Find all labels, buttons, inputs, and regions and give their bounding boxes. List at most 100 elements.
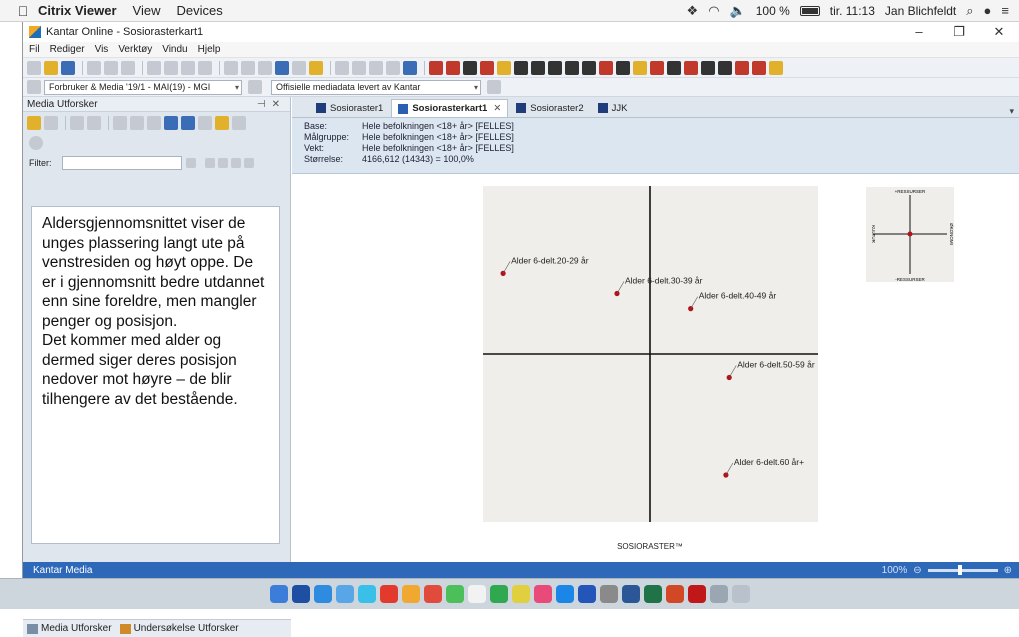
sync-icon[interactable] — [113, 116, 127, 130]
media-icon[interactable] — [582, 60, 596, 75]
mac-menu-view[interactable]: View — [133, 3, 161, 18]
acrobat-icon[interactable] — [687, 585, 706, 603]
apple-icon[interactable]:  — [8, 3, 38, 19]
tab-sosioraster1[interactable]: Sosioraster1 — [310, 99, 389, 117]
media-icon[interactable] — [684, 60, 698, 75]
media-icon[interactable] — [480, 60, 494, 75]
new-icon[interactable] — [27, 60, 41, 75]
menu-hjelp[interactable]: Hjelp — [198, 44, 221, 55]
columns-icon[interactable] — [198, 116, 212, 130]
next-icon[interactable] — [230, 158, 241, 168]
mac-app-name[interactable]: Citrix Viewer — [38, 3, 117, 18]
minimize-button[interactable]: – — [899, 24, 939, 40]
table-icon[interactable] — [224, 60, 238, 75]
close-button[interactable]: ✕ — [979, 24, 1019, 40]
add-icon[interactable] — [44, 116, 58, 130]
media-icon[interactable] — [650, 60, 664, 75]
wizard-icon[interactable] — [309, 60, 323, 75]
media-icon[interactable] — [633, 60, 647, 75]
tab-media-explorer[interactable]: Media Utforsker — [41, 623, 112, 634]
zoom-out-icon[interactable]: ⊖ — [913, 565, 921, 576]
layout-icon[interactable] — [487, 80, 501, 94]
notes-icon[interactable] — [511, 585, 530, 603]
messages-icon[interactable] — [445, 585, 464, 603]
notification-center-icon[interactable]: ≡ — [1001, 3, 1009, 18]
battery-icon[interactable] — [799, 5, 820, 16]
media-icon[interactable] — [616, 60, 630, 75]
siri-icon[interactable]: ● — [984, 3, 992, 18]
first-icon[interactable] — [204, 158, 215, 168]
source-combo[interactable]: Offisielle mediadata levert av Kantar ▾ — [271, 79, 481, 95]
report-icon[interactable] — [429, 60, 443, 75]
citrix-icon[interactable] — [577, 585, 596, 603]
tab-jjk[interactable]: JJK — [592, 99, 634, 117]
menu-vis[interactable]: Vis — [95, 44, 109, 55]
media-icon[interactable] — [667, 60, 681, 75]
calendar-icon[interactable] — [423, 585, 442, 603]
view-icon[interactable] — [164, 116, 178, 130]
safari-icon[interactable] — [313, 585, 332, 603]
menu-fil[interactable]: Fil — [29, 44, 40, 55]
clock[interactable]: tir. 11:13 — [830, 4, 875, 18]
media-icon[interactable] — [548, 60, 562, 75]
system-preferences-icon[interactable] — [599, 585, 618, 603]
sort-az-icon[interactable] — [215, 116, 229, 130]
filter-icon[interactable] — [352, 60, 366, 75]
facetime-icon[interactable] — [489, 585, 508, 603]
tab-survey-explorer[interactable]: Undersøkelse Utforsker — [134, 623, 239, 634]
delete-icon[interactable] — [70, 116, 84, 130]
spotlight-search-icon[interactable]: ⌕ — [966, 3, 973, 19]
menu-verktoy[interactable]: Verktøy — [118, 44, 152, 55]
study-combo[interactable]: Forbruker & Media '19/1 - MAI(19) - MGI … — [44, 79, 242, 95]
format-icon[interactable] — [386, 60, 400, 75]
chevron-down-icon[interactable]: ▾ — [474, 83, 478, 92]
tabs-overflow-icon[interactable]: ▾ — [1009, 106, 1014, 117]
paste-icon[interactable] — [181, 60, 195, 75]
zoom-in-icon[interactable]: ⊕ — [1004, 565, 1012, 576]
media-icon[interactable] — [718, 60, 732, 75]
menu-rediger[interactable]: Rediger — [50, 44, 85, 55]
cut-icon[interactable] — [147, 60, 161, 75]
app-store-icon[interactable] — [555, 585, 574, 603]
photos-icon[interactable] — [467, 585, 486, 603]
menu-vindu[interactable]: Vindu — [162, 44, 187, 55]
last-icon[interactable] — [243, 158, 254, 168]
filter-input[interactable] — [61, 156, 182, 170]
undo-icon[interactable] — [198, 60, 212, 75]
media-icon[interactable] — [735, 60, 749, 75]
folder-icon[interactable] — [27, 116, 41, 130]
find-icon[interactable] — [130, 116, 144, 130]
grid-icon[interactable] — [292, 60, 306, 75]
media-icon[interactable] — [531, 60, 545, 75]
media-icon[interactable] — [497, 60, 511, 75]
study-icon[interactable] — [27, 80, 41, 94]
music-icon[interactable] — [533, 585, 552, 603]
media-icon[interactable] — [769, 60, 783, 75]
restore-button[interactable]: ❐ — [939, 24, 979, 40]
media-icon[interactable] — [514, 60, 528, 75]
pane-pin-close-icon[interactable]: ⊣✕ — [257, 99, 286, 110]
print-icon[interactable] — [87, 60, 101, 75]
tab-sosiorasterkart1[interactable]: Sosiorasterkart1 ✕ — [391, 99, 509, 117]
calc-icon[interactable] — [369, 60, 383, 75]
powerpoint-icon[interactable] — [665, 585, 684, 603]
help-icon[interactable] — [403, 60, 417, 75]
media-icon[interactable] — [752, 60, 766, 75]
save-icon[interactable] — [61, 60, 75, 75]
contacts-icon[interactable] — [401, 585, 420, 603]
dropbox-icon[interactable]: ❖ — [687, 3, 699, 19]
table-edit-icon[interactable] — [241, 60, 255, 75]
list-icon[interactable] — [181, 116, 195, 130]
mac-menu-devices[interactable]: Devices — [176, 3, 222, 18]
refresh-icon[interactable] — [29, 136, 43, 150]
maps-icon[interactable] — [357, 585, 376, 603]
page-setup-icon[interactable] — [121, 60, 135, 75]
close-tab-icon[interactable]: ✕ — [493, 103, 501, 114]
filter-dropdown-icon[interactable] — [185, 158, 196, 168]
media-icon[interactable] — [463, 60, 477, 75]
replace-icon[interactable] — [147, 116, 161, 130]
mail-icon[interactable] — [335, 585, 354, 603]
chart-icon[interactable] — [258, 60, 272, 75]
media-icon[interactable] — [565, 60, 579, 75]
media-icon[interactable] — [599, 60, 613, 75]
